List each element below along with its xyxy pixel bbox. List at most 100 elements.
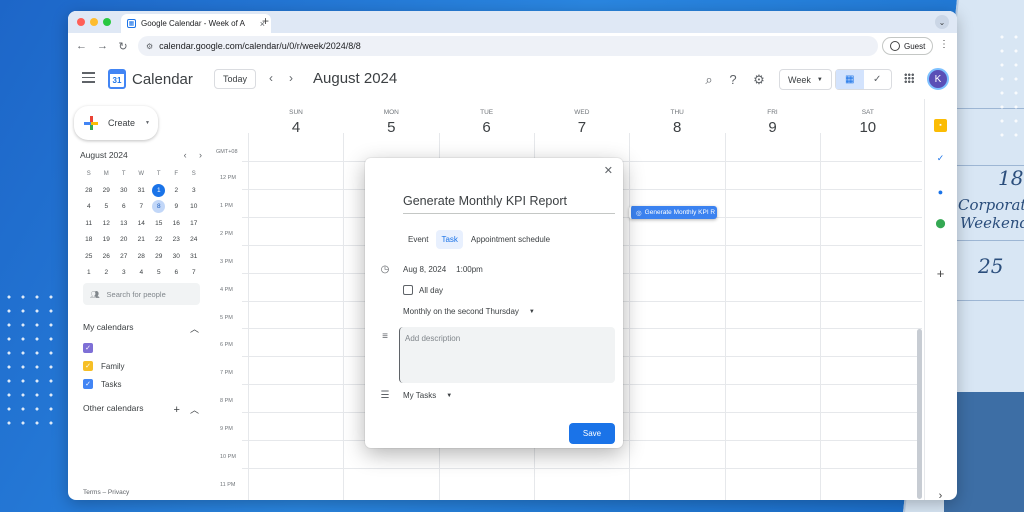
maps-icon[interactable]: ⬤ <box>934 217 947 230</box>
expand-panel-icon[interactable]: › <box>934 489 947 501</box>
all-day-checkbox[interactable] <box>403 285 413 295</box>
mini-calendar-day[interactable]: 9 <box>168 199 186 215</box>
tasks-view-icon[interactable]: ✓ <box>864 70 892 89</box>
task-title-input[interactable]: Generate Monthly KPI Report <box>403 194 615 214</box>
chevron-up-icon[interactable]: ︿ <box>190 322 199 335</box>
day-date[interactable]: 6 <box>439 119 535 136</box>
day-date[interactable]: 5 <box>343 119 439 136</box>
day-date[interactable]: 9 <box>725 119 821 136</box>
grid-scrollbar[interactable] <box>917 329 922 499</box>
mini-calendar-day[interactable]: 28 <box>133 248 151 264</box>
new-tab-button[interactable]: + <box>262 14 269 28</box>
tab-task[interactable]: Task <box>436 230 463 249</box>
mini-calendar-day[interactable]: 10 <box>185 199 203 215</box>
date-field[interactable]: Aug 8, 2024 <box>403 265 446 274</box>
search-people-input[interactable]: 👥︎ Search for people <box>83 283 200 305</box>
mini-calendar-day[interactable]: 25 <box>80 248 98 264</box>
mini-next-month-icon[interactable]: › <box>199 150 202 160</box>
forward-arrow-icon[interactable]: → <box>97 40 108 52</box>
mini-calendar-day[interactable]: 3 <box>115 264 133 280</box>
tab-event[interactable]: Event <box>403 230 433 249</box>
day-header[interactable]: TUE 6 <box>439 105 535 136</box>
mini-calendar-day[interactable]: 6 <box>115 199 133 215</box>
mini-calendar-day[interactable]: 15 <box>150 215 168 231</box>
mini-calendar-day[interactable]: 3 <box>185 182 203 198</box>
previous-week-button[interactable]: ‹ <box>269 71 273 85</box>
site-settings-icon[interactable]: ⚙ <box>146 42 153 51</box>
day-date[interactable]: 4 <box>248 119 344 136</box>
mini-calendar-day[interactable]: 17 <box>185 215 203 231</box>
view-selector[interactable]: Week ▼ <box>779 69 832 90</box>
search-icon[interactable]: ⌕ <box>702 72 716 88</box>
mini-calendar-day[interactable]: 8 <box>152 200 166 214</box>
mini-calendar-day[interactable]: 28 <box>80 182 98 198</box>
mini-calendar-day[interactable]: 26 <box>98 248 116 264</box>
mini-calendar-day[interactable]: 20 <box>115 232 133 248</box>
tasks-icon[interactable]: ✓ <box>934 152 947 165</box>
today-button[interactable]: Today <box>214 69 257 89</box>
calendar-item-family[interactable]: ✓ Family <box>83 361 125 371</box>
mini-calendar-day[interactable]: 16 <box>168 215 186 231</box>
mini-calendar-day[interactable]: 30 <box>168 248 186 264</box>
avatar[interactable]: K <box>927 68 949 90</box>
tab-appointment-schedule[interactable]: Appointment schedule <box>466 230 555 249</box>
tab-search-chevron-icon[interactable]: ⌄ <box>935 15 949 29</box>
google-apps-icon[interactable] <box>904 73 914 83</box>
mini-calendar-day[interactable]: 30 <box>115 182 133 198</box>
calendar-item[interactable]: ✓ <box>83 343 101 353</box>
task-list-dropdown[interactable]: My Tasks ▼ <box>403 391 452 401</box>
contacts-icon[interactable]: ● <box>934 185 947 198</box>
mini-calendar-day[interactable]: 1 <box>152 184 166 198</box>
address-bar[interactable]: ⚙ calendar.google.com/calendar/u/0/r/wee… <box>138 36 878 56</box>
help-icon[interactable]: ? <box>726 72 740 87</box>
all-day-row[interactable]: All day <box>403 285 443 295</box>
profile-button[interactable]: Guest <box>882 37 934 55</box>
browser-menu-icon[interactable]: ⋮ <box>939 39 949 50</box>
mini-calendar-day[interactable]: 27 <box>115 248 133 264</box>
mini-calendar-day[interactable]: 7 <box>133 199 151 215</box>
calendar-item-tasks[interactable]: ✓ Tasks <box>83 379 121 389</box>
save-button[interactable]: Save <box>569 423 615 444</box>
add-addon-icon[interactable]: + <box>934 266 947 281</box>
mini-calendar-day[interactable]: 5 <box>98 199 116 215</box>
mini-calendar-day[interactable]: 29 <box>98 182 116 198</box>
mini-calendar-day[interactable]: 19 <box>98 232 116 248</box>
mini-calendar-day[interactable]: 24 <box>185 232 203 248</box>
calendar-view-icon[interactable]: ▦ <box>836 70 864 89</box>
mini-calendar-day[interactable]: 14 <box>133 215 151 231</box>
my-calendars-header[interactable]: My calendars ︿ <box>83 322 199 335</box>
mini-calendar-day[interactable]: 12 <box>98 215 116 231</box>
add-calendar-icon[interactable]: + <box>174 404 180 416</box>
mini-calendar-day[interactable]: 22 <box>150 232 168 248</box>
next-week-button[interactable]: › <box>289 71 293 85</box>
close-icon[interactable]: ✕ <box>604 164 613 177</box>
day-header[interactable]: THU 8 <box>629 105 725 136</box>
mini-calendar-day[interactable]: 2 <box>168 182 186 198</box>
mini-calendar-day[interactable]: 1 <box>80 264 98 280</box>
settings-gear-icon[interactable]: ⚙ <box>752 72 766 88</box>
day-date[interactable]: 7 <box>534 119 630 136</box>
mini-calendar-day[interactable]: 29 <box>150 248 168 264</box>
repeat-dropdown[interactable]: Monthly on the second Thursday ▼ <box>403 307 535 317</box>
mini-calendar-day[interactable]: 11 <box>80 215 98 231</box>
mini-calendar-day[interactable]: 31 <box>133 182 151 198</box>
chevron-up-icon[interactable]: ︿ <box>190 405 199 415</box>
mini-calendar-day[interactable]: 5 <box>150 264 168 280</box>
mini-prev-month-icon[interactable]: ‹ <box>184 150 187 160</box>
mini-calendar-day[interactable]: 18 <box>80 232 98 248</box>
mini-calendar-day[interactable]: 23 <box>168 232 186 248</box>
description-field[interactable]: Add description <box>399 327 615 383</box>
reload-icon[interactable]: ↻ <box>118 40 128 53</box>
mini-calendar-day[interactable]: 2 <box>98 264 116 280</box>
mini-calendar-day[interactable]: 21 <box>133 232 151 248</box>
calendar-event[interactable]: ◎ Generate Monthly KPI R <box>629 206 717 219</box>
day-header[interactable]: SAT 10 <box>820 105 916 136</box>
day-header[interactable]: MON 5 <box>343 105 439 136</box>
maximize-window-button[interactable] <box>103 18 111 26</box>
terms-privacy-links[interactable]: Terms – Privacy <box>83 489 129 496</box>
back-arrow-icon[interactable]: ← <box>76 40 87 52</box>
checkbox-checked-icon[interactable]: ✓ <box>83 379 93 389</box>
browser-tab[interactable]: ▦ Google Calendar - Week of A × <box>121 14 271 33</box>
mini-calendar-day[interactable]: 31 <box>185 248 203 264</box>
checkbox-checked-icon[interactable]: ✓ <box>83 361 93 371</box>
